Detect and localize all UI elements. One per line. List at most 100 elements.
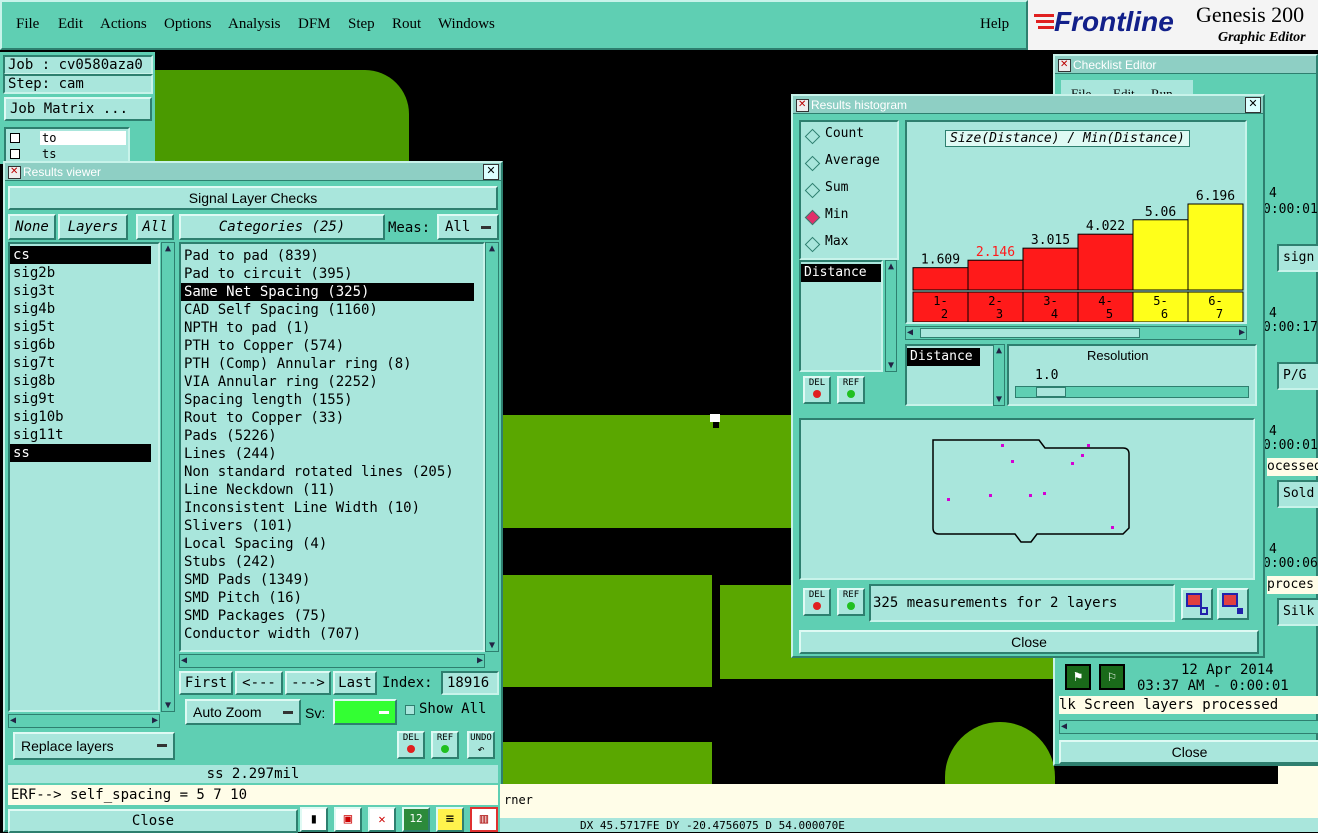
category-list-item[interactable]: Pad to pad (839)	[181, 247, 474, 265]
category-list-item[interactable]: Inconsistent Line Width (10)	[181, 499, 474, 517]
categories-hscrollbar[interactable]: ◀ ▶	[179, 654, 485, 668]
scroll-up-icon[interactable]: ▲	[886, 261, 896, 272]
ref-button[interactable]: REF	[431, 731, 459, 759]
category-list-item[interactable]: CAD Self Spacing (1160)	[181, 301, 474, 319]
layer-list-item[interactable]: sig5t	[10, 318, 151, 336]
histogram-bar[interactable]	[1077, 233, 1134, 291]
menu-dfm[interactable]: DFM	[298, 16, 331, 33]
checklist-row[interactable]: Sold	[1277, 480, 1318, 508]
layer-list-item[interactable]: sig6b	[10, 336, 151, 354]
category-list-item[interactable]: Lines (244)	[181, 445, 474, 463]
category-list-item[interactable]: PTH to Copper (574)	[181, 337, 474, 355]
category-list-item[interactable]: Stubs (242)	[181, 553, 474, 571]
first-button[interactable]: First	[179, 671, 233, 695]
category-list-item[interactable]: Slivers (101)	[181, 517, 474, 535]
scroll-up-icon[interactable]: ▲	[486, 243, 498, 254]
mode-option-min[interactable]: Min	[801, 203, 897, 230]
checklist-titlebar[interactable]: Checklist Editor	[1055, 56, 1316, 74]
preview-del-button[interactable]: DEL	[803, 588, 831, 616]
menu-rout[interactable]: Rout	[392, 16, 421, 33]
show-all-checkbox[interactable]	[405, 705, 415, 715]
scroll-right-icon[interactable]: ▶	[152, 715, 158, 726]
category-list-item[interactable]: Line Neckdown (11)	[181, 481, 474, 499]
scroll-down-icon[interactable]: ▼	[994, 394, 1004, 405]
close-icon[interactable]: ✕	[483, 164, 499, 180]
scroll-thumb[interactable]	[920, 328, 1140, 338]
histogram-icon[interactable]: ▥	[470, 807, 498, 832]
category-list-item[interactable]: Rout to Copper (33)	[181, 409, 474, 427]
mode-option-sum[interactable]: Sum	[801, 176, 897, 203]
scroll-right-icon[interactable]: ▶	[1239, 327, 1245, 338]
all-layers-button[interactable]: All	[136, 214, 174, 240]
meas-dropdown[interactable]: All	[437, 214, 499, 240]
scroll-down-icon[interactable]: ▼	[886, 360, 896, 371]
layer-list-item[interactable]: sig2b	[10, 264, 151, 282]
menu-analysis[interactable]: Analysis	[228, 16, 281, 33]
layer-list-item[interactable]: sig4b	[10, 300, 151, 318]
mode-option-average[interactable]: Average	[801, 149, 897, 176]
histogram-bar[interactable]	[1022, 247, 1079, 291]
histogram-close-button[interactable]: Close	[799, 630, 1259, 654]
board-preview[interactable]	[799, 418, 1255, 580]
notes-icon[interactable]: ≡	[436, 807, 464, 832]
category-list-item[interactable]: Conductor width (707)	[181, 625, 474, 643]
layers-scrollbar[interactable]: ▲ ▼	[161, 242, 175, 712]
attribute-scrollbar[interactable]: ▲ ▼	[885, 260, 897, 372]
layer-list-item[interactable]: sig9t	[10, 390, 151, 408]
menu-help[interactable]: Help	[980, 16, 1009, 33]
close-icon[interactable]: ✕	[1245, 97, 1261, 113]
run-icon[interactable]: ⚑	[1065, 664, 1091, 690]
distance-scrollbar[interactable]: ▲ ▼	[993, 344, 1005, 406]
histogram-hscrollbar[interactable]: ◀ ▶	[905, 326, 1247, 340]
replace-layers-dropdown[interactable]: Replace layers	[13, 732, 175, 760]
category-list-item[interactable]: Non standard rotated lines (205)	[181, 463, 474, 481]
category-list-item[interactable]: Local Spacing (4)	[181, 535, 474, 553]
layer-list-item[interactable]: sig3t	[10, 282, 151, 300]
layer-list-item[interactable]: sig8b	[10, 372, 151, 390]
preview-ref-button[interactable]: REF	[837, 588, 865, 616]
distance-item[interactable]: Distance	[907, 348, 980, 366]
scroll-left-icon[interactable]: ◀	[907, 327, 913, 338]
none-button[interactable]: None	[8, 214, 56, 240]
run-selected-icon[interactable]: ⚐	[1099, 664, 1125, 690]
checklist-hscrollbar[interactable]: ◀	[1059, 720, 1318, 734]
scroll-down-icon[interactable]: ▼	[162, 700, 174, 711]
checklist-close-button[interactable]: Close	[1059, 740, 1318, 764]
checklist-row[interactable]: Silk	[1277, 598, 1318, 626]
scroll-left-icon[interactable]: ◀	[10, 715, 16, 726]
category-list-item[interactable]: Pad to circuit (395)	[181, 265, 474, 283]
scroll-left-icon[interactable]: ◀	[1061, 721, 1067, 732]
resolution-slider[interactable]	[1015, 386, 1249, 398]
undo-button[interactable]: UNDO ↶	[467, 731, 495, 759]
category-list-item[interactable]: Spacing length (155)	[181, 391, 474, 409]
slider-thumb[interactable]	[1036, 387, 1066, 397]
sv-color-dropdown[interactable]	[333, 699, 397, 725]
category-list-item[interactable]: SMD Pitch (16)	[181, 589, 474, 607]
results-viewer-close-button[interactable]: Close	[8, 809, 298, 833]
menu-options[interactable]: Options	[164, 16, 212, 33]
category-list-item[interactable]: Pads (5226)	[181, 427, 474, 445]
histogram-bar[interactable]	[967, 259, 1024, 291]
histogram-bar[interactable]	[912, 267, 969, 291]
layer-list-item[interactable]: sig11t	[10, 426, 151, 444]
last-button[interactable]: Last	[333, 671, 377, 695]
layer-row[interactable]: to	[40, 131, 126, 145]
layers-button[interactable]: Layers	[58, 214, 128, 240]
layer-list-item[interactable]: ss	[10, 444, 151, 462]
menu-file[interactable]: File	[16, 16, 39, 33]
mode-option-count[interactable]: Count	[801, 122, 897, 149]
prev-button[interactable]: <---	[235, 671, 283, 695]
number-icon[interactable]: 12	[402, 807, 430, 832]
next-button[interactable]: --->	[285, 671, 331, 695]
attribute-item[interactable]: Distance	[801, 264, 881, 282]
layer-list-item[interactable]: cs	[10, 246, 151, 264]
zoom-to-selected-icon[interactable]	[1217, 588, 1249, 620]
menu-actions[interactable]: Actions	[100, 16, 147, 33]
categories-button[interactable]: Categories (25)	[179, 214, 385, 240]
category-list-item[interactable]: PTH (Comp) Annular ring (8)	[181, 355, 474, 373]
category-list-item[interactable]: NPTH to pad (1)	[181, 319, 474, 337]
checklist-row[interactable]: sign	[1277, 244, 1318, 272]
layers-hscrollbar[interactable]: ◀ ▶	[8, 714, 160, 728]
del-button[interactable]: DEL	[397, 731, 425, 759]
drill-icon[interactable]: ▣	[334, 807, 362, 832]
